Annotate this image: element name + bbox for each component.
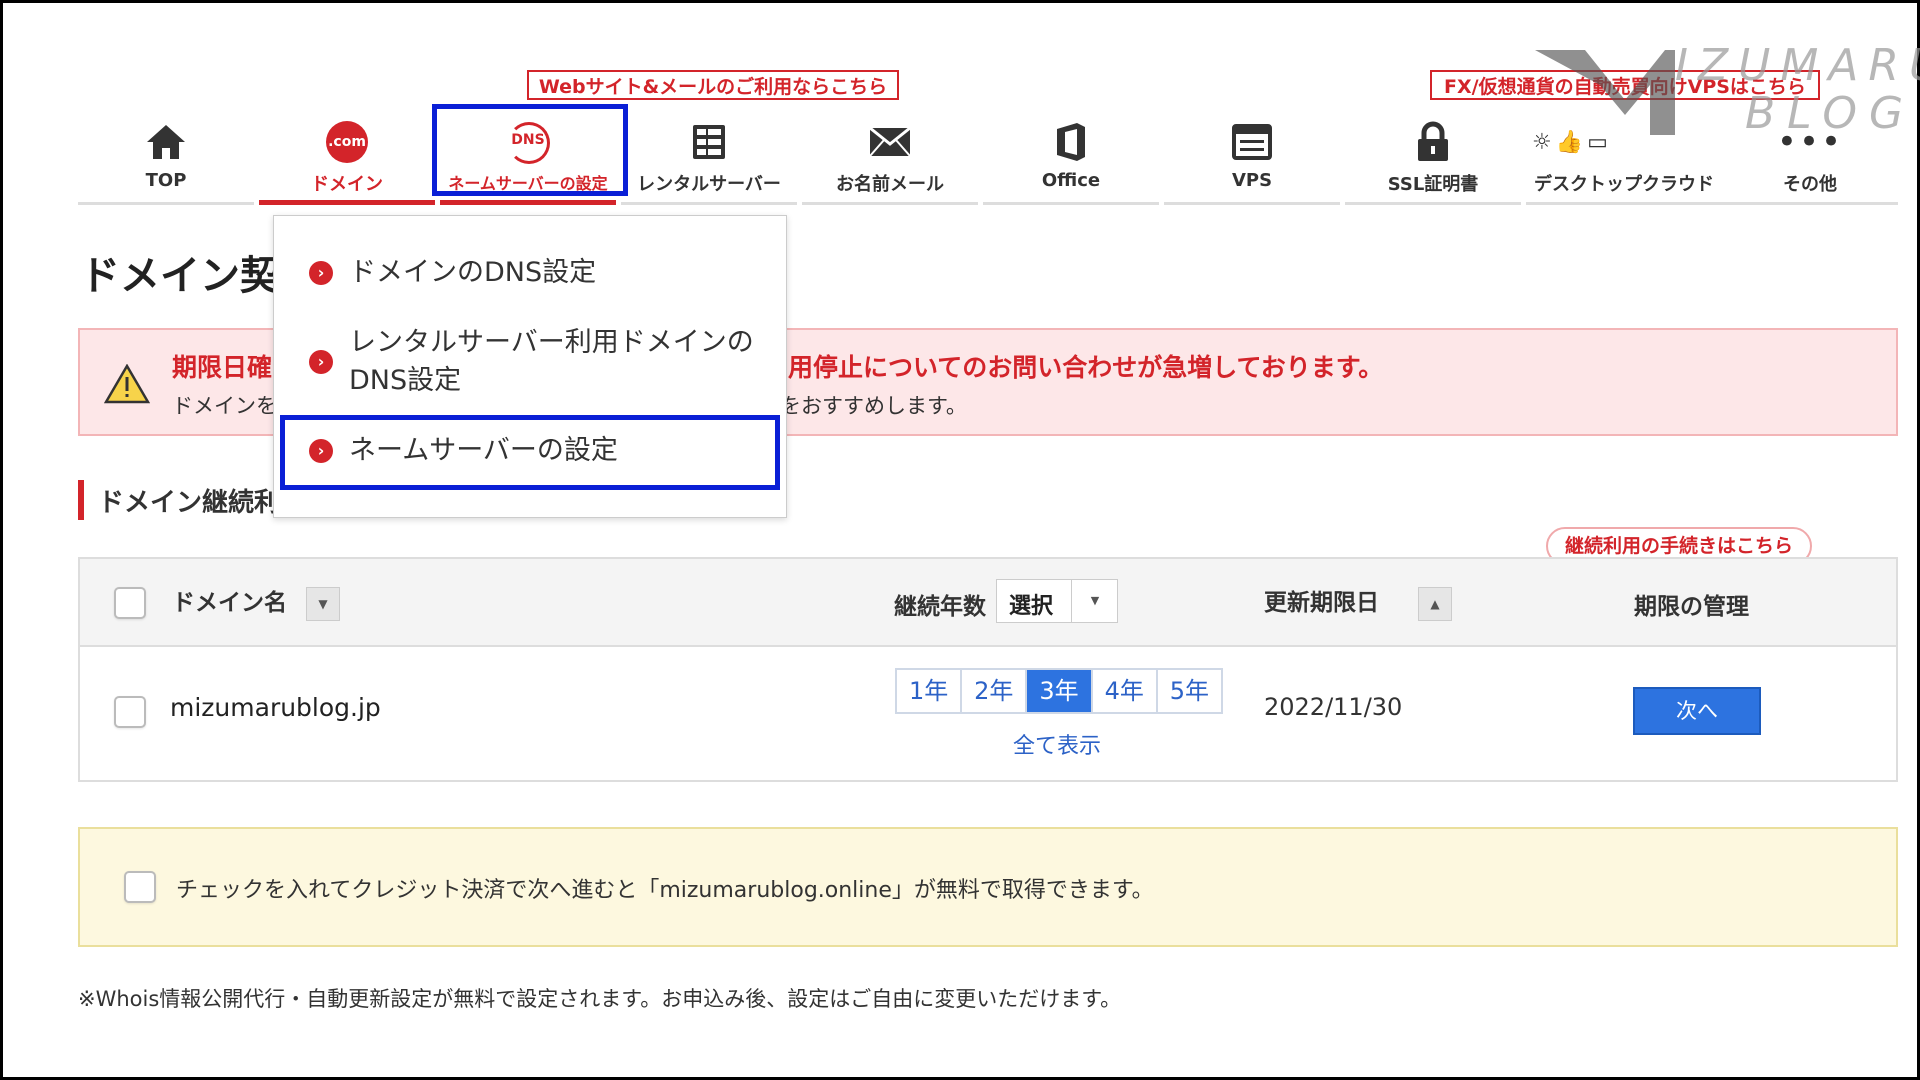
row-domain-name: mizumarublog.jp bbox=[170, 693, 381, 722]
years-select[interactable]: 選択 ▼ bbox=[996, 579, 1118, 623]
desktop-cloud-icon: ☼ 👍 ▭ bbox=[1526, 118, 1722, 166]
nav-label: TOP bbox=[145, 170, 187, 191]
chevron-right-icon: › bbox=[309, 261, 333, 285]
highlight-nameserver-nav bbox=[432, 104, 628, 196]
year-option-4[interactable]: 4年 bbox=[1093, 670, 1158, 712]
table-header: ドメイン名 ▼ 継続年数 選択 ▼ 更新期限日 ▲ 期限の管理 bbox=[80, 559, 1896, 647]
website-mail-callout[interactable]: Webサイト&メールのご利用ならこちら bbox=[527, 70, 899, 100]
nav-item-office[interactable]: Office bbox=[983, 118, 1159, 205]
nav-label: お名前メール bbox=[836, 174, 944, 195]
nav-item-desktop-cloud[interactable]: ☼ 👍 ▭ デスクトップクラウド bbox=[1526, 118, 1722, 205]
thumbs-up-icon: 👍 bbox=[1555, 129, 1584, 155]
dropdown-item-label-line2: DNS設定 bbox=[349, 365, 462, 396]
next-button[interactable]: 次へ bbox=[1633, 687, 1761, 735]
nav-label: レンタルサーバー bbox=[637, 174, 781, 195]
dotcom-icon-text: .com bbox=[326, 121, 368, 163]
server-icon bbox=[621, 118, 797, 166]
nav-label: VPS bbox=[1231, 170, 1273, 191]
nav-item-vps[interactable]: VPS bbox=[1164, 118, 1340, 205]
home-icon bbox=[78, 118, 254, 166]
more-icon: ••• bbox=[1776, 122, 1844, 162]
lock-icon bbox=[1345, 118, 1521, 166]
chevron-right-icon: › bbox=[309, 350, 333, 374]
free-domain-notice-text: チェックを入れてクレジット決済で次へ進むと「mizumarublog.onlin… bbox=[176, 878, 1154, 903]
dropdown-item-label: ドメインのDNS設定 bbox=[349, 257, 597, 288]
dropdown-item-label-line1: レンタルサーバー利用ドメインの bbox=[349, 327, 754, 358]
row-expiry: 2022/11/30 bbox=[1264, 693, 1403, 721]
section-title-marker bbox=[78, 480, 84, 520]
year-option-5[interactable]: 5年 bbox=[1158, 670, 1221, 712]
nav-item-rental-server[interactable]: レンタルサーバー bbox=[621, 118, 797, 205]
year-option-2[interactable]: 2年 bbox=[962, 670, 1028, 712]
show-all-link[interactable]: 全て表示 bbox=[1013, 728, 1101, 760]
monitor-icon: ▭ bbox=[1587, 129, 1608, 155]
whois-footnote: ※Whois情報公開代行・自動更新設定が無料で設定されます。お申込み後、設定はご… bbox=[78, 987, 1122, 1011]
fx-vps-callout[interactable]: FX/仮想通貨の自動売買向けVPSはこちら bbox=[1430, 70, 1820, 100]
section-title: ドメイン継続利 bbox=[98, 488, 281, 518]
select-all-checkbox[interactable] bbox=[114, 587, 146, 619]
dropdown-item-domain-dns[interactable]: › ドメインのDNS設定 bbox=[309, 254, 596, 292]
row-checkbox[interactable] bbox=[114, 696, 146, 728]
nav-label: その他 bbox=[1783, 174, 1837, 195]
office-icon bbox=[983, 118, 1159, 166]
nav-item-ssl[interactable]: SSL証明書 bbox=[1345, 118, 1521, 205]
nav-item-top[interactable]: TOP bbox=[78, 118, 254, 205]
warning-title-prefix: 期限日確 bbox=[172, 353, 273, 382]
dropdown-item-rental-server-dns[interactable]: › レンタルサーバー利用ドメインの DNS設定 bbox=[309, 324, 754, 400]
header-years: 継続年数 bbox=[894, 594, 986, 620]
nav-item-mail[interactable]: お名前メール bbox=[802, 118, 978, 205]
nav-item-domain[interactable]: .com ドメイン bbox=[259, 118, 435, 205]
expiry-sort-button[interactable]: ▲ bbox=[1418, 587, 1452, 621]
year-option-3[interactable]: 3年 bbox=[1027, 670, 1093, 712]
warning-body-suffix: をおすすめします。 bbox=[780, 394, 967, 418]
header-manage: 期限の管理 bbox=[1634, 594, 1749, 620]
year-option-1[interactable]: 1年 bbox=[897, 670, 963, 712]
free-domain-notice: チェックを入れてクレジット決済で次へ進むと「mizumarublog.onlin… bbox=[78, 827, 1898, 947]
chevron-down-icon: ▼ bbox=[1071, 580, 1118, 622]
sun-icon: ☼ bbox=[1532, 129, 1552, 155]
warning-icon bbox=[103, 363, 151, 408]
highlight-nameserver-dropdown-item bbox=[280, 415, 780, 490]
domain-sort-button[interactable]: ▼ bbox=[306, 587, 340, 621]
vps-icon bbox=[1164, 118, 1340, 166]
nav-label: SSL証明書 bbox=[1387, 174, 1479, 195]
nav-label: Office bbox=[1041, 170, 1101, 191]
page-title: ドメイン契 bbox=[80, 253, 280, 299]
warning-body-prefix: ドメインを bbox=[172, 394, 277, 418]
nav-item-other[interactable]: ••• その他 bbox=[1722, 118, 1898, 205]
free-domain-checkbox[interactable] bbox=[124, 871, 156, 903]
dotcom-icon: .com bbox=[259, 118, 435, 166]
nav-label: デスクトップクラウド bbox=[1534, 174, 1714, 195]
nav-label: ドメイン bbox=[311, 174, 383, 195]
header-domain-name: ドメイン名 bbox=[172, 590, 287, 616]
years-select-value: 選択 bbox=[1009, 594, 1054, 619]
warning-title-suffix: 用停止についてのお問い合わせが急増しております。 bbox=[788, 353, 1384, 382]
year-selector: 1年 2年 3年 4年 5年 bbox=[895, 668, 1223, 714]
mail-icon bbox=[802, 118, 978, 166]
header-expiry: 更新期限日 bbox=[1264, 590, 1379, 616]
